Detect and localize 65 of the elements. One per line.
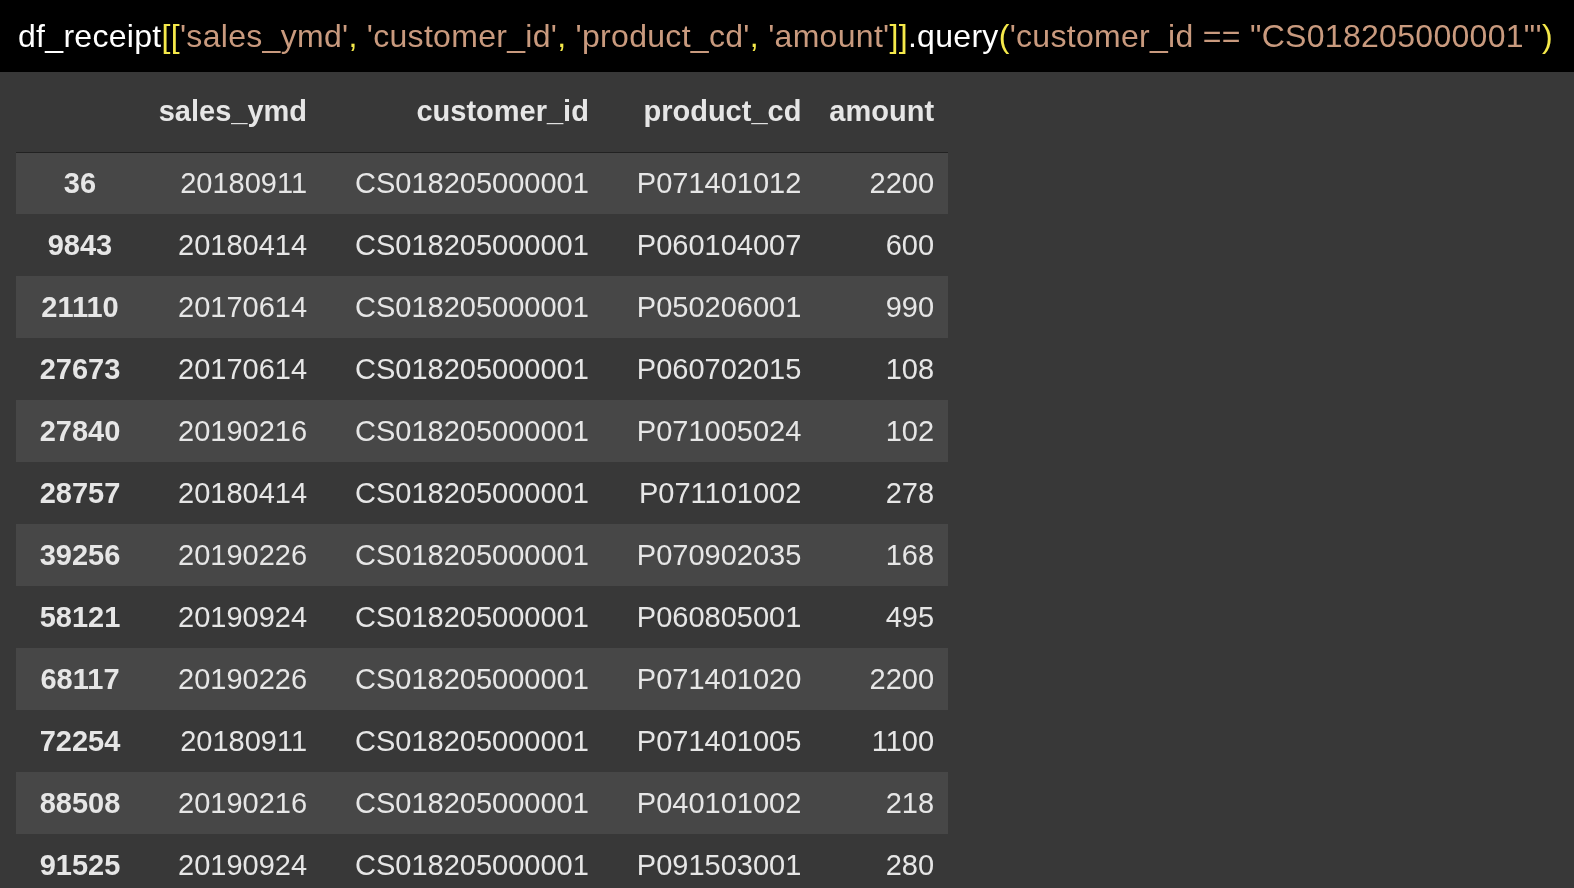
- table-cell: CS018205000001: [355, 414, 589, 447]
- row-index: 39256: [39, 538, 121, 571]
- row-index: 28757: [39, 476, 121, 509]
- table-cell: 20190226: [178, 662, 308, 695]
- table-cell: 495: [885, 600, 935, 633]
- row-index: 72254: [39, 724, 121, 757]
- table-cell: 20190226: [178, 538, 308, 571]
- table-cell: CS018205000001: [355, 724, 589, 757]
- table-cell: 1100: [871, 724, 935, 757]
- table-cell: CS018205000001: [355, 786, 589, 819]
- table-cell: P060805001: [636, 600, 802, 633]
- table-cell: 20180911: [180, 166, 308, 199]
- table-cell: 600: [885, 228, 935, 261]
- table-cell: 108: [885, 352, 935, 385]
- table-cell: CS018205000001: [355, 848, 589, 881]
- row-index: 91525: [39, 848, 121, 881]
- table-cell: CS018205000001: [355, 600, 589, 633]
- table-cell: CS018205000001: [355, 476, 589, 509]
- table-cell: P060702015: [636, 352, 802, 385]
- column-header: product_cd: [643, 95, 802, 128]
- table-cell: 20190924: [178, 848, 308, 881]
- row-index: 36: [63, 166, 97, 199]
- table-cell: 168: [885, 538, 935, 571]
- table-cell: CS018205000001: [355, 538, 589, 571]
- table-cell: P071401020: [636, 662, 802, 695]
- column-header: customer_id: [416, 95, 589, 128]
- table-cell: 20180414: [178, 228, 308, 261]
- table-cell: 2200: [869, 166, 935, 199]
- table-cell: P070902035: [636, 538, 802, 571]
- table-cell: 20170614: [178, 352, 308, 385]
- table-cell: P071101002: [639, 476, 802, 509]
- table-cell: 20190216: [178, 414, 308, 447]
- row-index: 27673: [39, 352, 121, 385]
- row-index: 68117: [40, 662, 120, 695]
- table-cell: P071401012: [636, 166, 802, 199]
- column-header: amount: [829, 95, 935, 128]
- table-cell: 218: [885, 786, 935, 819]
- table-cell: P040101002: [636, 786, 802, 819]
- table-cell: P091503001: [636, 848, 802, 881]
- table-cell: CS018205000001: [355, 352, 589, 385]
- table-cell: 280: [885, 848, 935, 881]
- table-cell: 20190924: [178, 600, 308, 633]
- table-cell: P050206001: [636, 290, 802, 323]
- table-cell: P071005024: [636, 414, 802, 447]
- table-cell: 20180911: [180, 724, 308, 757]
- table-cell: 2200: [869, 662, 935, 695]
- row-index: 27840: [39, 414, 121, 447]
- table-cell: 278: [885, 476, 935, 509]
- table-cell: CS018205000001: [355, 166, 589, 199]
- table-cell: CS018205000001: [355, 662, 589, 695]
- table-cell: P060104007: [636, 228, 802, 261]
- row-index: 9843: [47, 228, 113, 261]
- table-cell: 20170614: [178, 290, 308, 323]
- table-cell: P071401005: [636, 724, 802, 757]
- table-cell: CS018205000001: [355, 228, 589, 261]
- table-cell: 102: [885, 414, 935, 447]
- table-cell: 20180414: [178, 476, 308, 509]
- table-cell: 990: [885, 290, 935, 323]
- row-index: 21110: [41, 290, 119, 323]
- row-index: 88508: [39, 786, 121, 819]
- row-index: 58121: [39, 600, 121, 633]
- column-header: sales_ymd: [158, 95, 308, 128]
- table-cell: 20190216: [178, 786, 308, 819]
- table-cell: CS018205000001: [355, 290, 589, 323]
- code-line: df_receipt[['sales_ymd', 'customer_id', 'product_cd', 'amount']].query('customer_id == "CS018205000001"'): [18, 17, 1553, 55]
